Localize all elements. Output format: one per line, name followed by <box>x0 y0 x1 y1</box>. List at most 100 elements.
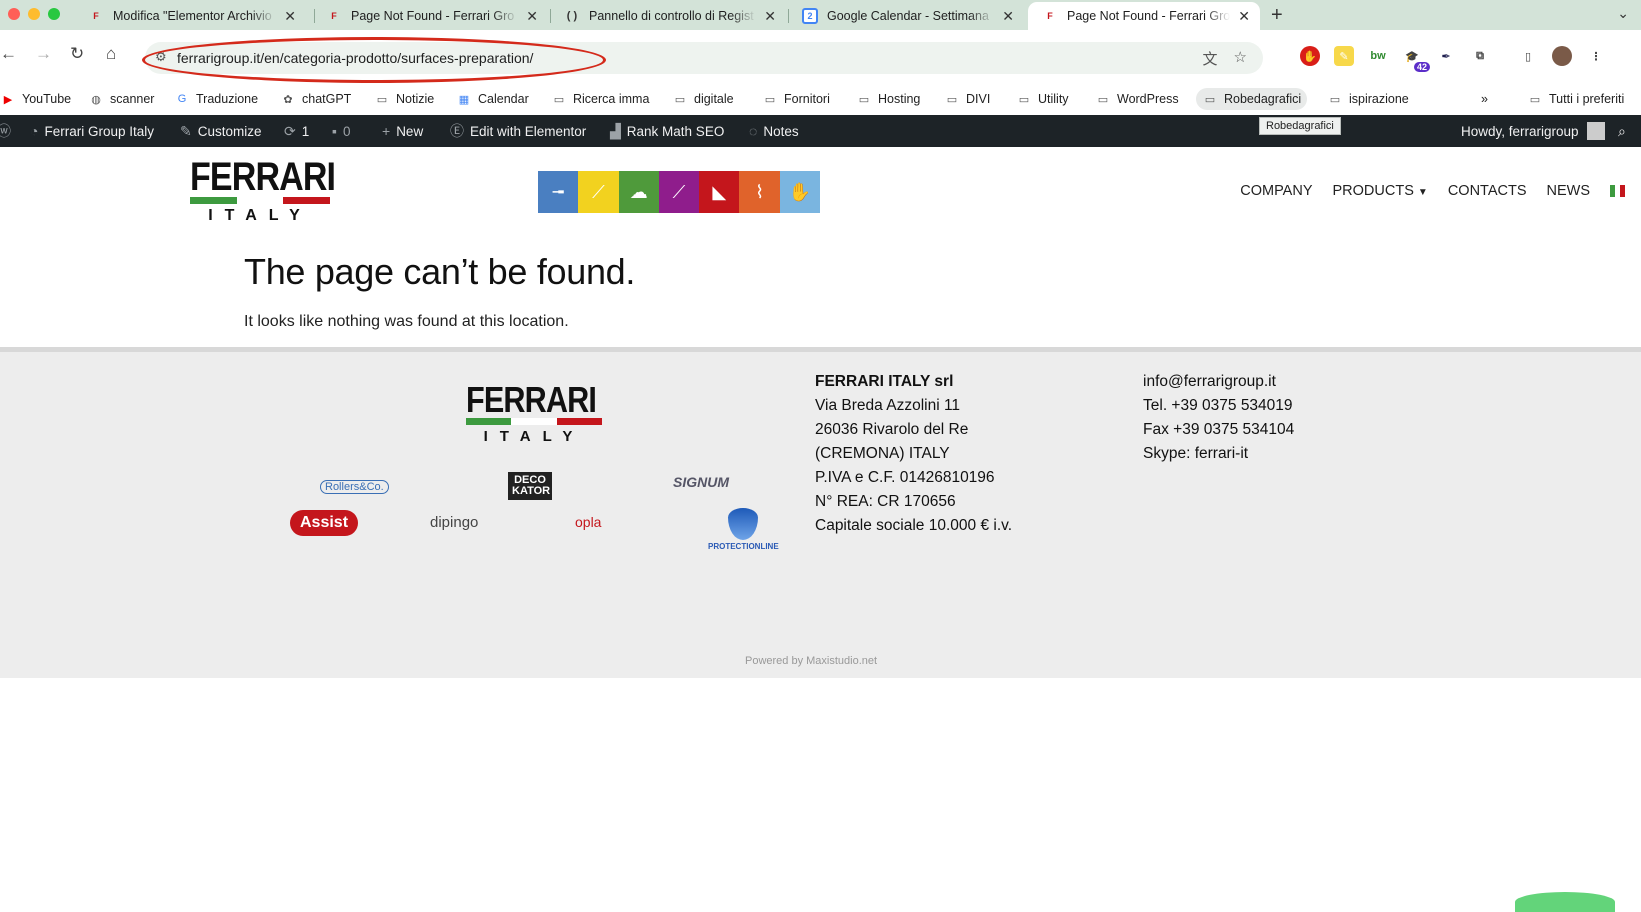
wp-comments[interactable]: ▪ 0 <box>332 115 350 147</box>
brand-opla[interactable]: opla <box>575 514 601 530</box>
tab-google-calendar[interactable]: 2 Google Calendar - Settimana ✕ <box>788 2 1024 30</box>
bw-extension-icon[interactable]: bw <box>1368 46 1388 66</box>
sponge-category-icon[interactable]: ☁ <box>618 171 659 213</box>
bookmarks-overflow-icon[interactable]: » <box>1475 88 1494 110</box>
extensions-puzzle-icon[interactable]: ⧉ <box>1470 46 1490 66</box>
tape-category-icon[interactable]: ⌇ <box>739 171 780 213</box>
folder-icon: ▭ <box>1204 93 1216 106</box>
graduation-extension-icon[interactable]: 🎓 42 <box>1402 46 1430 72</box>
bookmark-ispirazione[interactable]: ▭ ispirazione <box>1321 88 1415 110</box>
forward-icon[interactable]: → <box>35 44 52 64</box>
globe-icon: ◍ <box>91 93 101 106</box>
product-category-strip[interactable]: ╼ ⟋ ☁ ⟋ ◣ ⌇ ✋ <box>538 171 820 213</box>
brand-dipingo[interactable]: dipingo <box>430 514 478 531</box>
bookmark-youtube[interactable]: ▶ YouTube <box>0 88 77 110</box>
brand-signum[interactable]: SIGNUM <box>673 474 729 490</box>
extensions-area: ✋ ✎ bw 🎓 42 ✒ ⧉ ▯ ⋮ <box>1300 46 1606 72</box>
wp-customize[interactable]: ✎ Customize <box>180 115 262 147</box>
zoom-window-button[interactable] <box>48 8 60 20</box>
adblock-extension-icon[interactable]: ✋ <box>1300 46 1320 66</box>
footer-logo: FERRARI ITALY <box>466 382 602 445</box>
bookmark-traduzione[interactable]: G Traduzione <box>168 88 264 110</box>
bookmark-divi[interactable]: ▭ DIVI <box>938 88 996 110</box>
minimize-window-button[interactable] <box>28 8 40 20</box>
nav-contacts[interactable]: CONTACTS <box>1448 183 1527 199</box>
browser-menu-icon[interactable]: ⋮ <box>1586 46 1606 66</box>
site-logo[interactable]: FERRARI ITALY <box>190 157 336 225</box>
glove-category-icon[interactable]: ✋ <box>779 171 820 213</box>
wp-updates[interactable]: ⟳ 1 <box>284 115 309 147</box>
brand-protectionline[interactable]: PROTECTIONLINE <box>708 542 779 551</box>
main-content: The page can’t be found. It looks like n… <box>0 237 1641 347</box>
tab-page-not-found-active[interactable]: F Page Not Found - Ferrari Gro ✕ <box>1028 2 1260 30</box>
wp-site-name[interactable]: ◔ Ferrari Group Italy <box>30 115 154 147</box>
bookmark-all[interactable]: ▭ Tutti i preferiti <box>1521 88 1630 110</box>
bookmark-tooltip: Robedagrafici <box>1259 117 1341 135</box>
close-tab-icon[interactable]: ✕ <box>1002 8 1014 25</box>
brand-assist[interactable]: Assist <box>290 510 359 536</box>
wp-search-icon[interactable]: ⌕ <box>1618 115 1632 147</box>
spatula-category-icon[interactable]: ◣ <box>699 171 740 213</box>
close-tab-icon[interactable]: ✕ <box>284 8 296 25</box>
tab-elementor-archivio[interactable]: F Modifica "Elementor Archivio ✕ <box>74 2 306 30</box>
bookmark-calendar[interactable]: ▦ Calendar <box>450 88 535 110</box>
side-panel-icon[interactable]: ▯ <box>1518 46 1538 66</box>
powered-by-link[interactable]: Powered by Maxistudio.net <box>745 655 877 667</box>
address-bar[interactable]: ⚙ ferrarigroup.it/en/categoria-prodotto/… <box>145 42 1263 74</box>
bookmark-chatgpt[interactable]: ✿ chatGPT <box>274 88 357 110</box>
wp-admin-bar: ⓦ ◔ Ferrari Group Italy ✎ Customize ⟳ 1 ▪ 0 … <box>0 115 1641 147</box>
bookmark-scanner[interactable]: ◍ scanner <box>82 88 160 110</box>
bookmark-digitale[interactable]: ▭ digitale <box>666 88 740 110</box>
nav-company[interactable]: COMPANY <box>1240 183 1312 199</box>
brush-category-icon[interactable]: ⟋ <box>578 171 619 213</box>
brand-decokator[interactable]: DECO KATOR <box>508 472 552 500</box>
back-icon[interactable]: ← <box>0 44 17 64</box>
bookmark-hosting[interactable]: ▭ Hosting <box>850 88 926 110</box>
close-tab-icon[interactable]: ✕ <box>764 8 776 25</box>
wp-edit-elementor[interactable]: Ⓔ Edit with Elementor <box>450 115 586 147</box>
bookmark-utility[interactable]: ▭ Utility <box>1010 88 1075 110</box>
brand-rollers[interactable]: Rollers&Co. <box>320 480 389 494</box>
close-tab-icon[interactable]: ✕ <box>526 8 538 25</box>
reload-icon[interactable]: ↻ <box>70 44 84 64</box>
new-tab-icon[interactable]: + <box>1271 4 1283 27</box>
folder-icon: ▭ <box>553 93 565 106</box>
nav-products[interactable]: PRODUCTS ▼ <box>1333 183 1428 199</box>
trowel-category-icon[interactable]: ⟋ <box>658 171 700 213</box>
italian-language-flag-icon[interactable] <box>1610 185 1625 197</box>
google-translate-icon: G <box>177 93 187 105</box>
bookmark-ricerca-imma[interactable]: ▭ Ricerca imma <box>545 88 655 110</box>
site-settings-icon[interactable]: ⚙ <box>155 49 167 65</box>
company-contacts: info@ferrarigroup.it Tel. +39 0375 53401… <box>1143 370 1294 466</box>
tab-search-chevron-icon[interactable]: ⌄ <box>1617 5 1629 22</box>
url-text[interactable]: ferrarigroup.it/en/categoria-prodotto/su… <box>177 50 533 66</box>
home-icon[interactable]: ⌂ <box>106 44 116 64</box>
wp-rank-math[interactable]: ▟ Rank Math SEO <box>610 115 724 147</box>
tab-page-not-found-1[interactable]: F Page Not Found - Ferrari Gro ✕ <box>312 2 548 30</box>
page-title: The page can’t be found. <box>244 251 636 292</box>
profile-avatar[interactable] <box>1552 46 1572 66</box>
wordpress-logo-icon[interactable]: ⓦ <box>0 115 17 147</box>
comment-icon: ▪ <box>332 123 337 139</box>
eyedropper-extension-icon[interactable]: ✒ <box>1436 46 1456 66</box>
notes-extension-icon[interactable]: ✎ <box>1334 46 1354 66</box>
email-link[interactable]: info@ferrarigroup.it <box>1143 370 1294 394</box>
bookmark-star-icon[interactable]: ☆ <box>1234 48 1247 69</box>
translate-icon[interactable]: 文 <box>1203 48 1218 69</box>
folder-icon: ▭ <box>858 93 870 106</box>
roller-category-icon[interactable]: ╼ <box>538 171 579 213</box>
close-window-button[interactable] <box>8 8 20 20</box>
floating-widget-button[interactable] <box>1515 892 1615 912</box>
ferrari-favicon-icon: F <box>93 11 99 21</box>
bookmark-wordpress[interactable]: ▭ WordPress <box>1089 88 1185 110</box>
nav-news[interactable]: NEWS <box>1547 183 1591 199</box>
wp-new[interactable]: + New <box>382 115 423 147</box>
wp-notes[interactable]: ◌ Notes <box>749 115 799 147</box>
bookmark-fornitori[interactable]: ▭ Fornitori <box>756 88 836 110</box>
tab-pannello-controllo[interactable]: ( ) Pannello di controllo di Regist ✕ <box>550 2 786 30</box>
close-tab-icon[interactable]: ✕ <box>1238 8 1250 25</box>
bookmark-robedagrafici[interactable]: ▭ Robedagrafici <box>1196 88 1308 110</box>
brackets-favicon-icon: ( ) <box>566 10 578 22</box>
wp-howdy[interactable]: Howdy, ferrarigroup <box>1461 115 1605 147</box>
bookmark-notizie[interactable]: ▭ Notizie <box>368 88 440 110</box>
